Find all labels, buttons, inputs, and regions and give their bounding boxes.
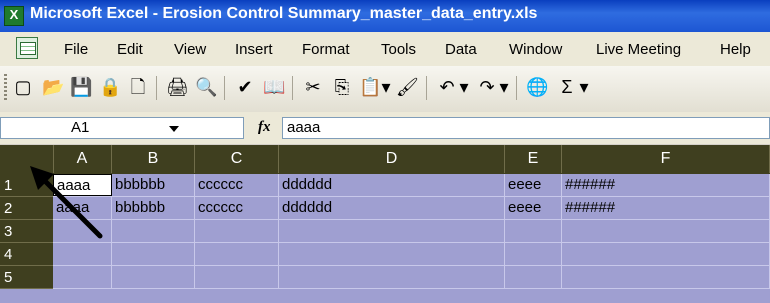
open-icon[interactable]: 📂 (42, 76, 64, 98)
cell-c3[interactable] (195, 220, 279, 242)
column-header-b[interactable]: B (112, 145, 195, 173)
paste-dropdown-icon[interactable]: ▾ (380, 76, 392, 98)
cell-f5[interactable] (562, 266, 770, 288)
title-bar: Microsoft Excel - Erosion Control Summar… (0, 0, 770, 32)
menu-window[interactable]: Window (509, 41, 562, 58)
table-row: 5 (0, 266, 770, 289)
research-icon[interactable]: 📖 (263, 76, 285, 98)
cell-f4[interactable] (562, 243, 770, 265)
column-header-a[interactable]: A (53, 145, 112, 173)
row-header[interactable]: 3 (0, 220, 53, 243)
cell-b5[interactable] (112, 266, 195, 288)
paste-icon[interactable]: 📋 (359, 76, 381, 98)
cell-d2[interactable]: dddddd (279, 197, 505, 219)
spelling-icon[interactable]: ✔ (234, 76, 256, 98)
undo-icon[interactable]: ↶ (436, 76, 458, 98)
row-header[interactable]: 2 (0, 197, 53, 220)
cell-b2[interactable]: bbbbbb (112, 197, 195, 219)
cell-b1[interactable]: bbbbbb (112, 174, 195, 196)
format-painter-icon[interactable]: 🖌 (396, 76, 419, 98)
cell-e3[interactable] (505, 220, 562, 242)
column-header-c[interactable]: C (195, 145, 279, 173)
autosum-icon[interactable]: Σ (556, 76, 578, 98)
column-header-d[interactable]: D (279, 145, 505, 173)
print-icon[interactable]: 🖨 (166, 76, 189, 98)
redo-icon[interactable]: ↷ (476, 76, 498, 98)
menu-file[interactable]: File (64, 41, 88, 58)
row-header[interactable]: 1 (0, 174, 53, 197)
cell-a2[interactable]: aaaa (53, 197, 112, 219)
menu-view[interactable]: View (174, 41, 206, 58)
column-header-f[interactable]: F (562, 145, 770, 173)
save-icon[interactable]: 💾 (70, 76, 92, 98)
cell-c4[interactable] (195, 243, 279, 265)
cell-c1[interactable]: cccccc (195, 174, 279, 196)
toolbar-separator (516, 76, 517, 100)
cell-a1[interactable]: aaaa (53, 174, 112, 196)
cell-f2[interactable]: ###### (562, 197, 770, 219)
table-row: 1 aaaa bbbbbb cccccc dddddd eeee ###### (0, 174, 770, 197)
cell-d4[interactable] (279, 243, 505, 265)
column-header-e[interactable]: E (505, 145, 562, 173)
menu-tools[interactable]: Tools (381, 41, 416, 58)
table-row: 2 aaaa bbbbbb cccccc dddddd eeee ###### (0, 197, 770, 220)
menu-data[interactable]: Data (445, 41, 477, 58)
column-header-row: A B C D E F (0, 145, 770, 174)
cell-b3[interactable] (112, 220, 195, 242)
cut-icon[interactable]: ✂ (302, 76, 324, 98)
new-icon[interactable]: ▢ (12, 76, 34, 98)
toolbar-grip[interactable] (4, 74, 7, 102)
print-preview-icon[interactable]: 🗋 (127, 76, 149, 98)
table-row: 4 (0, 243, 770, 266)
cell-e2[interactable]: eeee (505, 197, 562, 219)
cell-d3[interactable] (279, 220, 505, 242)
window-title: Microsoft Excel - Erosion Control Summar… (30, 5, 538, 22)
row-header[interactable]: 5 (0, 266, 53, 289)
cell-b4[interactable] (112, 243, 195, 265)
menu-format[interactable]: Format (302, 41, 350, 58)
undo-dropdown-icon[interactable]: ▾ (458, 76, 470, 98)
menu-help[interactable]: Help (720, 41, 751, 58)
toolbar-separator (224, 76, 225, 100)
hyperlink-icon[interactable]: 🌐 (526, 76, 548, 98)
cell-e5[interactable] (505, 266, 562, 288)
insert-function-icon[interactable]: fx (258, 119, 271, 136)
menu-insert[interactable]: Insert (235, 41, 273, 58)
excel-app-icon[interactable] (4, 6, 24, 26)
menu-live-meeting[interactable]: Live Meeting (596, 41, 681, 58)
cell-a5[interactable] (53, 266, 112, 288)
cell-f1[interactable]: ###### (562, 174, 770, 196)
copy-icon[interactable]: ⎘ (331, 76, 353, 98)
name-box-dropdown-icon[interactable] (169, 126, 179, 132)
name-box-value: A1 (71, 119, 90, 136)
cell-f3[interactable] (562, 220, 770, 242)
print-preview-2-icon[interactable]: 🔍 (195, 76, 217, 98)
toolbar-separator (156, 76, 157, 100)
menu-bar: File Edit View Insert Format Tools Data … (0, 32, 770, 67)
worksheet-grid: A B C D E F 1 aaaa bbbbbb cccccc dddddd … (0, 145, 770, 303)
formula-content: aaaa (287, 119, 321, 136)
cell-e1[interactable]: eeee (505, 174, 562, 196)
name-box[interactable]: A1 (0, 117, 244, 139)
cell-e4[interactable] (505, 243, 562, 265)
cell-c2[interactable]: cccccc (195, 197, 279, 219)
standard-toolbar: ▢ 📂 💾 🔒 🗋 🖨 🔍 ✔ 📖 ✂ ⎘ 📋 ▾ 🖌 ↶ ▾ ↷ ▾ 🌐 Σ … (0, 66, 770, 113)
workbook-icon[interactable] (16, 37, 38, 59)
cell-d5[interactable] (279, 266, 505, 288)
cell-a4[interactable] (53, 243, 112, 265)
permission-icon[interactable]: 🔒 (99, 76, 121, 98)
formula-input[interactable]: aaaa (282, 117, 770, 139)
toolbar-separator (292, 76, 293, 100)
cell-d1[interactable]: dddddd (279, 174, 505, 196)
redo-dropdown-icon[interactable]: ▾ (498, 76, 510, 98)
select-all-button[interactable] (0, 145, 54, 173)
menu-edit[interactable]: Edit (117, 41, 143, 58)
formula-bar: A1 fx aaaa (0, 112, 770, 144)
cell-a3[interactable] (53, 220, 112, 242)
row-header[interactable]: 4 (0, 243, 53, 266)
table-row: 3 (0, 220, 770, 243)
toolbar-separator (426, 76, 427, 100)
autosum-dropdown-icon[interactable]: ▾ (578, 76, 590, 98)
cell-c5[interactable] (195, 266, 279, 288)
